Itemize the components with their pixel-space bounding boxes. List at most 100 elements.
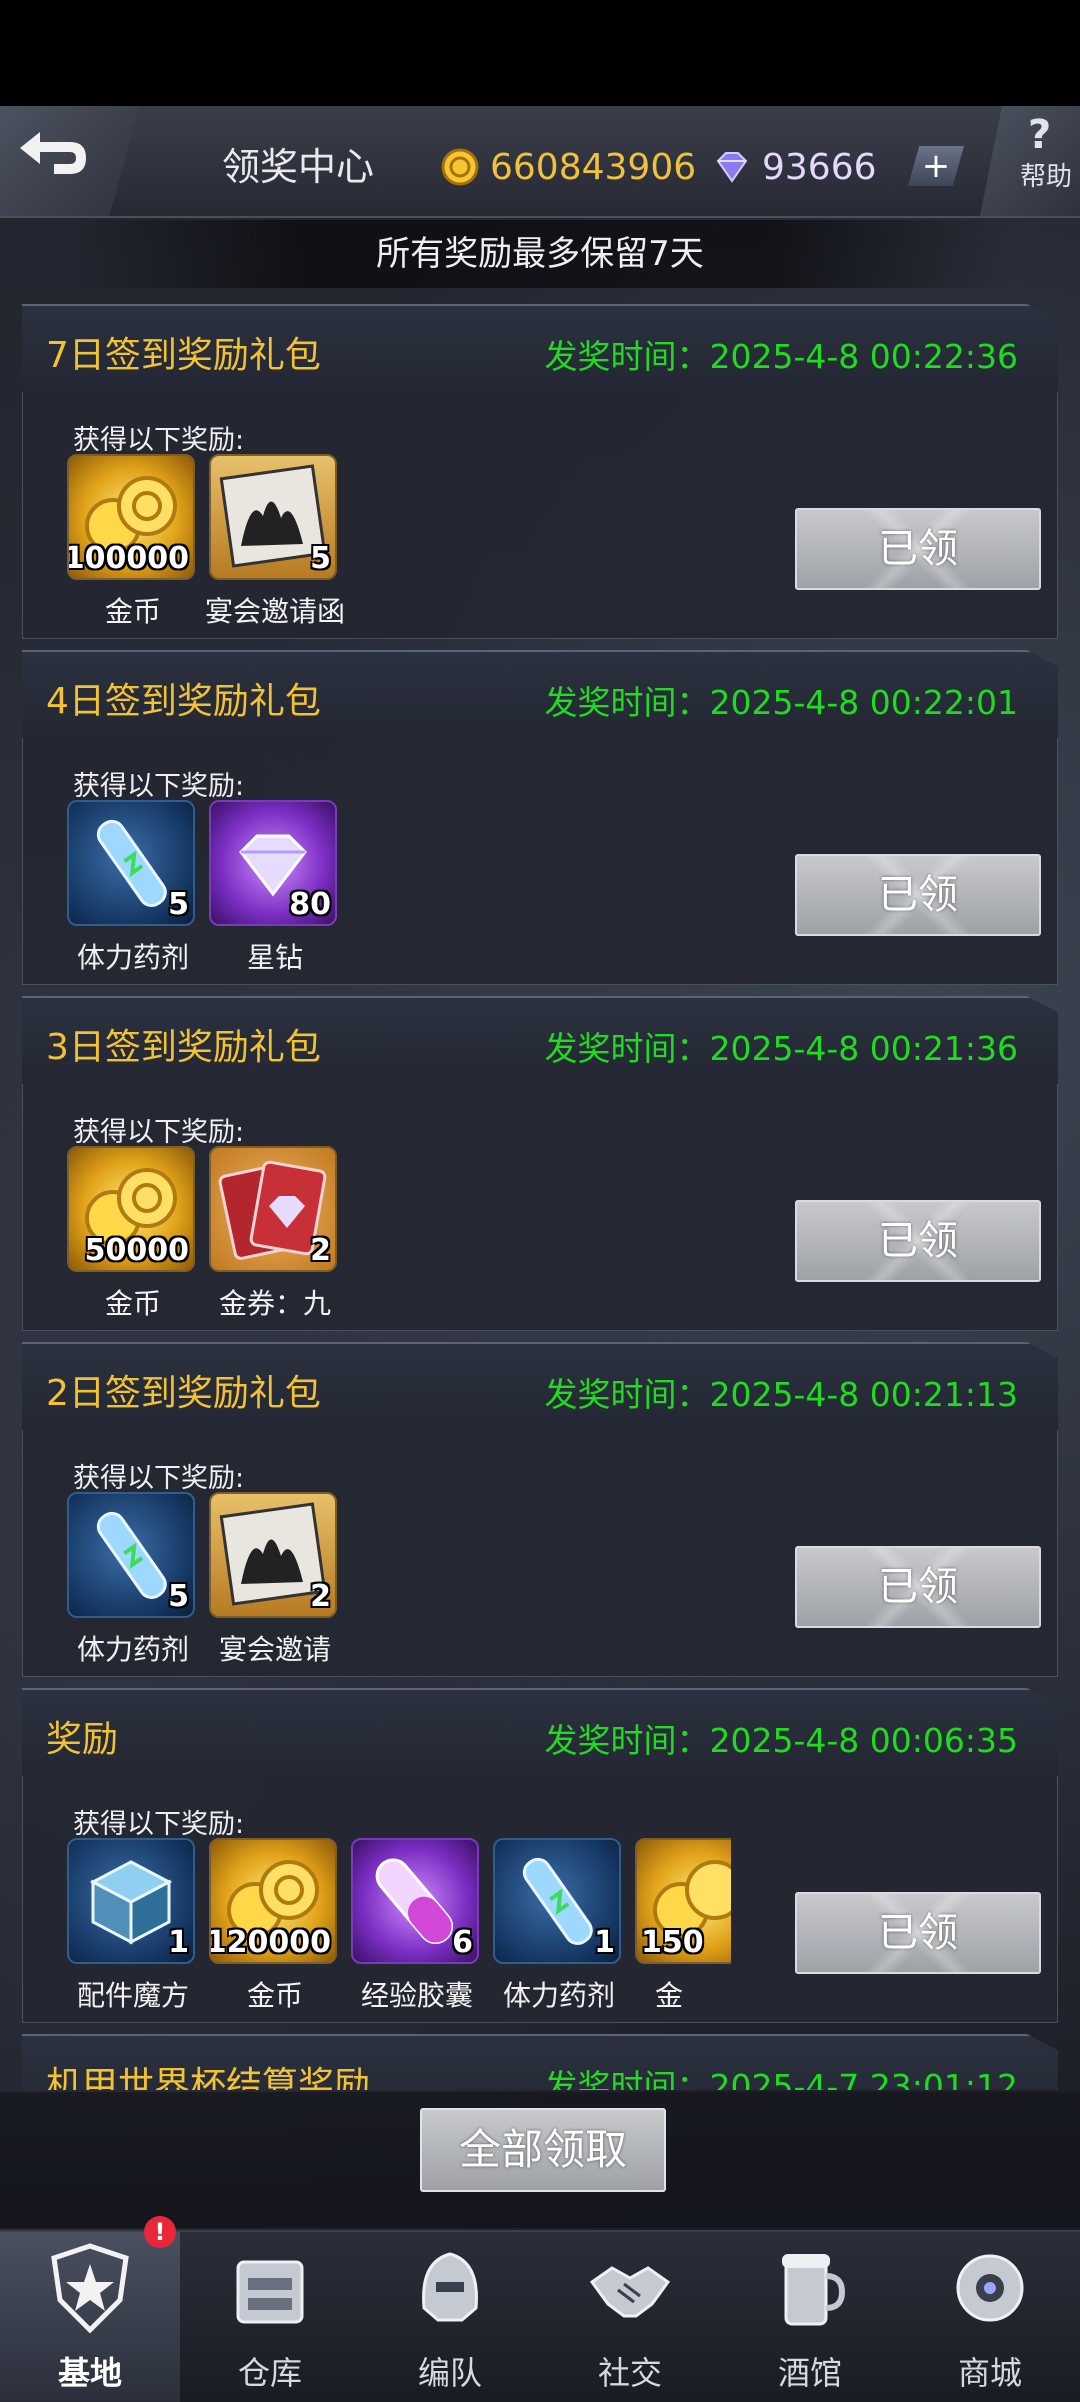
item-quantity: 2 (310, 1579, 331, 1614)
reward-item[interactable]: 5 体力药剂 (67, 800, 199, 982)
parts-cube-icon: 1 (67, 1838, 195, 1964)
reward-subtitle: 获得以下奖励: (73, 1117, 245, 1148)
formation-helmet-icon (422, 2252, 478, 2322)
reward-card-body: 获得以下奖励: 50000 金币 2 金券：九 已领 (22, 1084, 1058, 1331)
reward-items: 5 体力药剂 80 星钻 (67, 800, 731, 982)
reward-title: 奖励 (46, 1719, 119, 1760)
item-name: 金券：九 (218, 1287, 331, 1320)
help-label: 帮助 (1020, 162, 1073, 192)
add-gem-button[interactable]: + (908, 146, 964, 186)
reward-card: 7日签到奖励礼包 发奖时间：2025-4-8 00:22:36 获得以下奖励: … (22, 304, 1058, 642)
reward-subtitle: 获得以下奖励: (73, 1463, 245, 1494)
item-name: 宴会邀请 (218, 1633, 331, 1666)
reward-time: 发奖时间：2025-4-8 00:21:13 (544, 1375, 1019, 1414)
item-quantity: 5 (168, 887, 189, 922)
nav-item-base[interactable]: ! 基地 (0, 2216, 180, 2402)
item-name: 金币 (104, 595, 161, 628)
reward-time: 发奖时间：2025-4-8 00:22:01 (544, 683, 1019, 722)
base-emblem-icon (51, 2243, 129, 2334)
reward-time: 发奖时间：2025-4-8 00:06:35 (544, 1721, 1019, 1760)
reward-items: 100000 金币 5 宴会邀请函 (67, 454, 731, 636)
gem-currency: 93666 (712, 144, 877, 190)
claim-all-button[interactable]: 全部领取 (420, 2108, 666, 2192)
reward-title: 4日签到奖励礼包 (46, 681, 321, 722)
gold-amount: 660843906 (490, 146, 697, 188)
nav-label: 酒馆 (777, 2354, 842, 2392)
item-quantity: 50000 (84, 1233, 189, 1268)
reward-subtitle: 获得以下奖励: (73, 425, 245, 456)
bottom-nav: ! 基地 仓库 编队 社交 酒馆 商城 (0, 2216, 1080, 2402)
reward-card-header: 7日签到奖励礼包 发奖时间：2025-4-8 00:22:36 (22, 304, 1058, 394)
reward-item[interactable]: 150 金 (635, 1838, 731, 2020)
stamina-potion-icon: 5 (67, 800, 195, 926)
reward-item[interactable]: 5 体力药剂 (67, 1492, 199, 1674)
star-diamond-icon: 80 (209, 800, 337, 926)
item-name: 经验胶囊 (360, 1979, 473, 2012)
warehouse-icon (236, 2260, 304, 2324)
reward-card: 4日签到奖励礼包 发奖时间：2025-4-8 00:22:01 获得以下奖励: … (22, 650, 1058, 988)
page-title: 领奖中心 (222, 145, 375, 189)
reward-item[interactable]: 1 配件魔方 (67, 1838, 199, 2020)
gold-coin-icon: 120000 (209, 1838, 337, 1964)
stamina-potion-icon: 1 (493, 1838, 621, 1964)
reward-card: 奖励 发奖时间：2025-4-8 00:06:35 获得以下奖励: 1 配件魔方… (22, 1688, 1058, 2026)
item-name: 金币 (246, 1979, 303, 2012)
gold-coin-icon: 50000 (67, 1146, 195, 1272)
nav-item-warehouse[interactable]: 仓库 (180, 2232, 360, 2402)
nav-label: 基地 (57, 2354, 122, 2392)
reward-card-body: 获得以下奖励: 1 配件魔方 120000 金币 6 经验胶囊 1 体力药剂 1… (22, 1776, 1058, 2023)
retention-notice: 所有奖励最多保留7天 (70, 220, 1010, 288)
gold-coin-icon: 100000 (67, 454, 195, 580)
item-quantity: 80 (289, 887, 331, 922)
back-arrow-icon (20, 132, 86, 174)
reward-item[interactable]: 1 体力药剂 (493, 1838, 625, 2020)
reward-list[interactable]: 7日签到奖励礼包 发奖时间：2025-4-8 00:22:36 获得以下奖励: … (22, 304, 1058, 2090)
reward-card-header: 奖励 发奖时间：2025-4-8 00:06:35 (22, 1688, 1058, 1778)
claimed-button[interactable]: 已领 (795, 1892, 1041, 1974)
shop-robot-icon (956, 2254, 1024, 2322)
nav-item-formation[interactable]: 编队 (360, 2232, 540, 2402)
tavern-icon (782, 2254, 846, 2326)
item-name: 金币 (104, 1287, 161, 1320)
reward-title: 7日签到奖励礼包 (46, 335, 321, 376)
reward-item[interactable]: 50000 金币 (67, 1146, 199, 1328)
top-header: 领奖中心 660843906 93666 + (0, 106, 1080, 218)
nav-label: 仓库 (237, 2354, 302, 2392)
reward-item[interactable]: 2 金券：九 (209, 1146, 341, 1328)
reward-item[interactable]: 6 经验胶囊 (351, 1838, 483, 2020)
reward-item[interactable]: 2 宴会邀请 (209, 1492, 341, 1674)
reward-item[interactable]: 80 星钻 (209, 800, 341, 982)
banquet-invitation-icon: 5 (209, 454, 337, 580)
reward-card-header: 2日签到奖励礼包 发奖时间：2025-4-8 00:21:13 (22, 1342, 1058, 1432)
nav-item-shop[interactable]: 商城 (900, 2232, 1080, 2402)
nav-item-tavern[interactable]: 酒馆 (720, 2232, 900, 2402)
nav-label: 编队 (417, 2354, 482, 2392)
reward-card: 机甲世界杯结算奖励 发奖时间：2025-4-7 23:01:12 (22, 2034, 1058, 2090)
gold-coin-icon (441, 148, 479, 186)
item-quantity: 100000 (67, 541, 189, 576)
reward-item[interactable]: 120000 金币 (209, 1838, 341, 2020)
exp-capsule-icon: 6 (351, 1838, 479, 1964)
item-name: 体力药剂 (76, 941, 189, 974)
claimed-button[interactable]: 已领 (795, 854, 1041, 936)
item-quantity: 2 (310, 1233, 331, 1268)
reward-item[interactable]: 100000 金币 (67, 454, 199, 636)
reward-items: 50000 金币 2 金券：九 (67, 1146, 731, 1328)
nav-item-social[interactable]: 社交 (540, 2232, 720, 2402)
gem-amount: 93666 (762, 146, 877, 188)
reward-item[interactable]: 5 宴会邀请函 (205, 454, 345, 636)
claimed-button[interactable]: 已领 (795, 508, 1041, 590)
nav-label: 社交 (597, 2354, 662, 2392)
stamina-potion-icon: 5 (67, 1492, 195, 1618)
back-button[interactable] (0, 106, 140, 216)
claimed-button[interactable]: 已领 (795, 1546, 1041, 1628)
nav-label: 商城 (957, 2354, 1022, 2392)
reward-card: 2日签到奖励礼包 发奖时间：2025-4-8 00:21:13 获得以下奖励: … (22, 1342, 1058, 1680)
item-quantity: 150 (641, 1925, 704, 1960)
reward-card-header: 4日签到奖励礼包 发奖时间：2025-4-8 00:22:01 (22, 650, 1058, 740)
item-quantity: 1 (594, 1925, 615, 1960)
claimed-button[interactable]: 已领 (795, 1200, 1041, 1282)
banquet-invitation-icon: 2 (209, 1492, 337, 1618)
reward-items: 5 体力药剂 2 宴会邀请 (67, 1492, 731, 1674)
voucher-card-icon: 2 (209, 1146, 337, 1272)
